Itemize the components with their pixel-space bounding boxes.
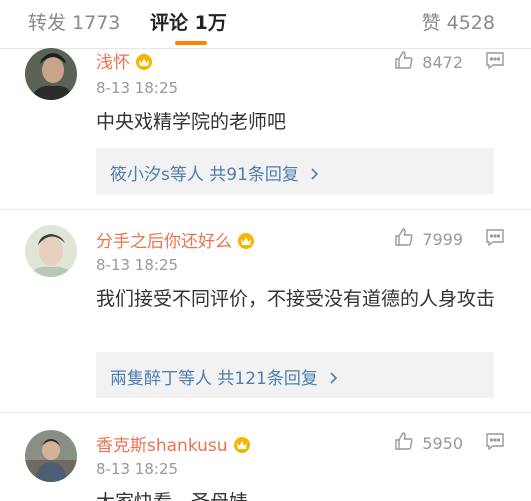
like-count: 7999 — [422, 229, 463, 249]
thumbs-up-icon — [394, 227, 414, 251]
vip-crown-icon — [134, 52, 154, 70]
replies-summary[interactable]: 筱小汐s等人 共91条回复 — [96, 148, 494, 194]
vip-crown-icon — [236, 231, 256, 249]
comment-text: 我们接受不同评价，不接受没有道德的人身攻击 — [96, 288, 496, 310]
avatar[interactable] — [25, 48, 77, 100]
like-count: 5950 — [422, 433, 463, 453]
replies-summary[interactable]: 兩隻醉丁等人 共121条回复 — [96, 352, 494, 398]
tab-comments[interactable]: 评论 1万 — [150, 8, 227, 35]
avatar[interactable] — [25, 430, 77, 482]
avatar[interactable] — [25, 225, 77, 277]
like-count: 8472 — [422, 52, 463, 72]
tab-reposts[interactable]: 转发 1773 — [28, 8, 120, 35]
username[interactable]: 分手之后你还好么 — [96, 227, 232, 252]
comment-time: 8-13 18:25 — [96, 460, 179, 478]
like-button[interactable]: 7999 — [394, 227, 463, 251]
username[interactable]: 浅怀 — [96, 48, 130, 73]
thumbs-up-icon — [394, 50, 414, 74]
comment-divider — [0, 209, 531, 210]
username[interactable]: 香克斯shankusu — [96, 431, 228, 456]
comment-time: 8-13 18:25 — [96, 256, 179, 274]
reply-comment-icon[interactable] — [485, 431, 505, 455]
vip-crown-icon — [232, 435, 252, 453]
chevron-right-icon — [329, 369, 338, 389]
replies-summary-text: 筱小汐s等人 共91条回复 — [110, 165, 299, 185]
comment-text: 中央戏精学院的老师吧 — [96, 111, 287, 133]
tab-likes[interactable]: 赞 4528 — [422, 8, 495, 35]
chevron-right-icon — [310, 165, 319, 185]
comment-text: 大家快看，圣母婊 — [96, 486, 506, 501]
reply-comment-icon[interactable] — [485, 50, 505, 74]
like-button[interactable]: 8472 — [394, 50, 463, 74]
like-button[interactable]: 5950 — [394, 431, 463, 455]
replies-summary-text: 兩隻醉丁等人 共121条回复 — [110, 369, 318, 389]
tab-bar-divider — [0, 48, 531, 49]
comment-tab-bar: 转发 1773 评论 1万 赞 4528 — [0, 0, 531, 49]
thumbs-up-icon — [394, 431, 414, 455]
reply-comment-icon[interactable] — [485, 227, 505, 251]
comment-divider — [0, 412, 531, 413]
active-tab-indicator — [175, 41, 207, 45]
comment-time: 8-13 18:25 — [96, 79, 179, 97]
